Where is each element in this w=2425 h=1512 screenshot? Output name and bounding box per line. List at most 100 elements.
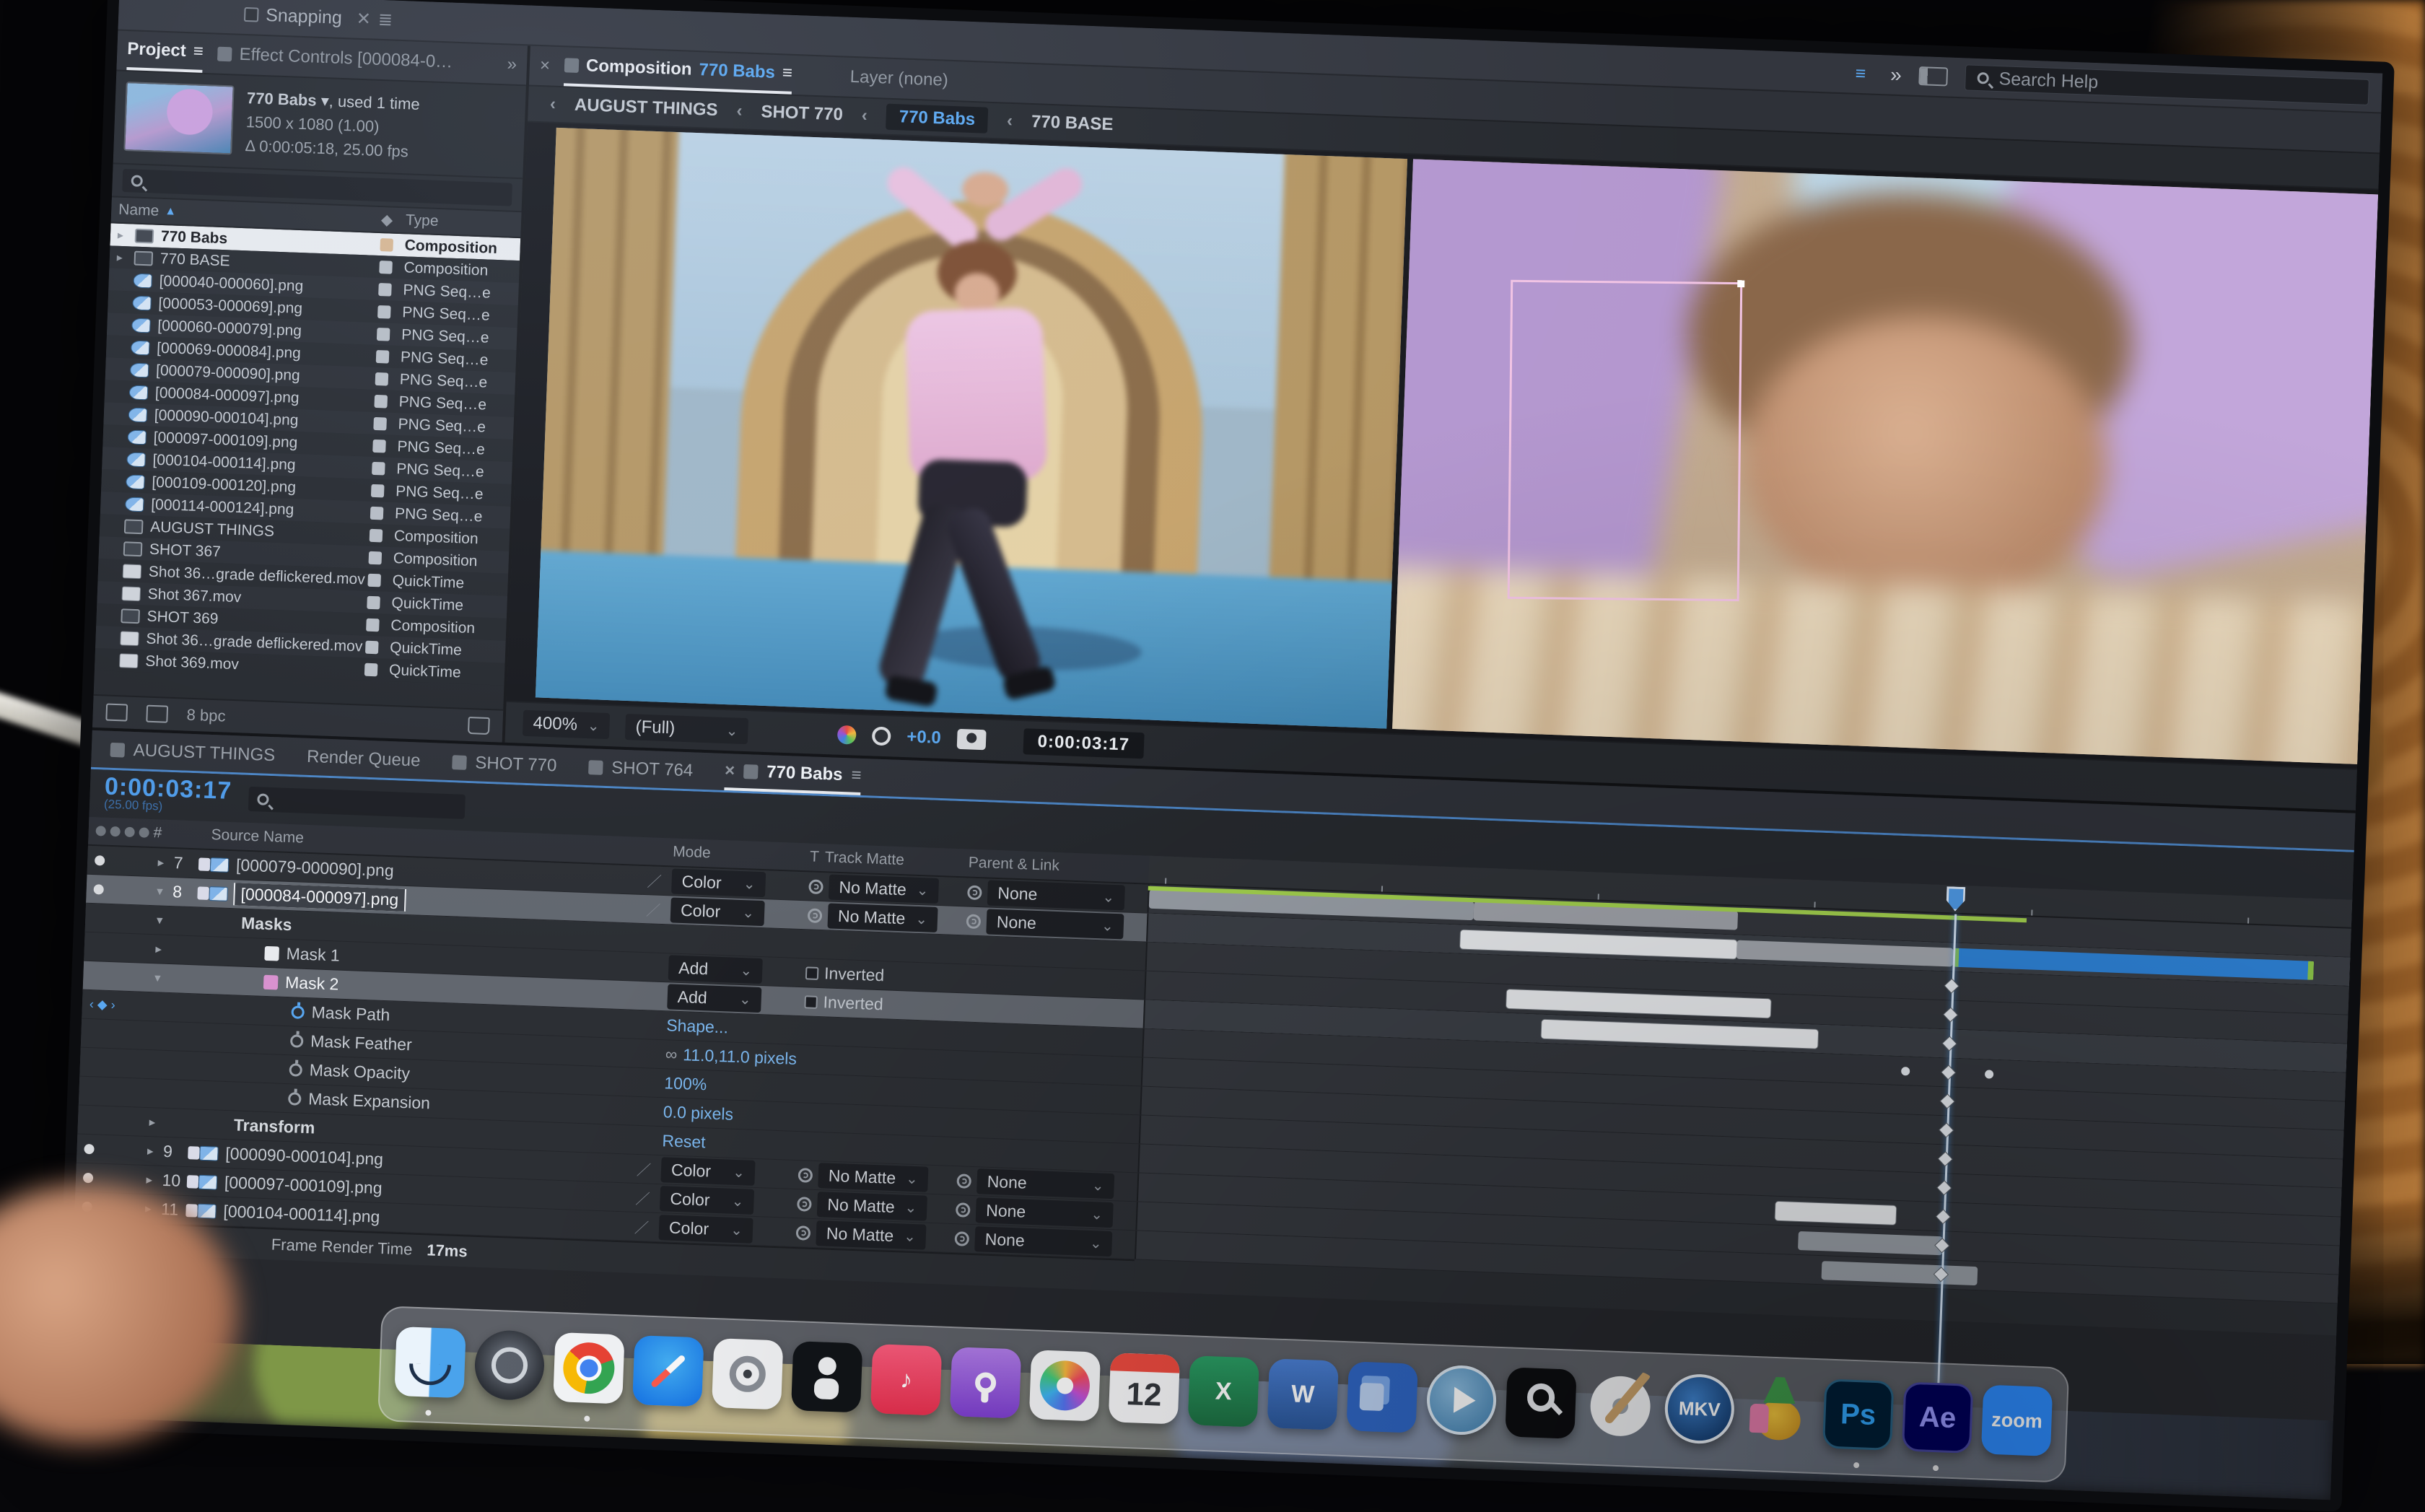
snapping-control[interactable]: Snapping ✕ ≣ — [244, 4, 393, 30]
timeline-search-input[interactable] — [248, 787, 466, 819]
track-matte-dropdown[interactable]: No Matte ⌄ — [818, 1163, 928, 1192]
twirl-icon[interactable] — [147, 1006, 166, 1007]
column-parent-link[interactable]: Parent & Link — [968, 855, 1149, 878]
layer-color-chip[interactable] — [185, 1204, 198, 1218]
dock-icon[interactable] — [950, 1347, 1021, 1418]
inverted-checkbox[interactable] — [804, 995, 818, 1009]
column-name[interactable]: Name — [118, 201, 160, 220]
dock-item[interactable]: Ae — [1901, 1381, 1973, 1463]
label-color-chip[interactable] — [372, 439, 398, 453]
dock-icon[interactable] — [1029, 1350, 1101, 1421]
twirl-icon[interactable] — [110, 458, 127, 459]
mode-dropdown[interactable]: Add ⌄ — [667, 984, 761, 1013]
dock-icon[interactable] — [394, 1327, 466, 1398]
layer-duration-bar[interactable] — [1541, 1020, 1818, 1049]
twirl-icon[interactable]: ▾ — [150, 913, 170, 928]
pickwhip-icon[interactable] — [808, 908, 823, 923]
panel-overflow-icon[interactable]: » — [507, 54, 517, 74]
snapping-checkbox[interactable] — [244, 7, 259, 22]
mask-outline[interactable] — [1508, 280, 1743, 602]
label-color-chip[interactable] — [367, 595, 392, 609]
pickwhip-icon[interactable] — [956, 1202, 971, 1218]
comp-view-zoomed[interactable] — [1392, 159, 2378, 764]
label-color-chip[interactable] — [371, 484, 396, 497]
footage-name[interactable]: 770 Babs ▾ — [247, 89, 330, 110]
dock-icon[interactable]: Ae — [1902, 1381, 1973, 1453]
viewer-current-time[interactable]: 0:00:03:17 — [1023, 728, 1145, 759]
inverted-checkbox[interactable] — [805, 966, 819, 980]
snap-menu-icon[interactable]: ≣ — [377, 9, 393, 30]
panel-menu-icon[interactable]: ≡ — [851, 765, 862, 785]
snapshot-camera-icon[interactable] — [956, 729, 986, 750]
tab-layer[interactable]: Layer (none) — [849, 67, 948, 91]
dock-icon[interactable]: Ps — [1822, 1378, 1894, 1450]
twirl-icon[interactable] — [113, 346, 131, 347]
dock-item[interactable] — [711, 1338, 783, 1420]
keyframe-dot[interactable] — [1985, 1070, 1993, 1078]
layer-color-chip[interactable] — [197, 886, 209, 900]
column-mode[interactable]: Mode — [673, 843, 810, 865]
video-column-icon[interactable] — [95, 826, 106, 836]
dock-icon[interactable]: X — [1188, 1355, 1259, 1427]
pickwhip-icon[interactable] — [967, 885, 982, 900]
eye-icon[interactable] — [83, 1172, 94, 1183]
parent-dropdown[interactable]: None ⌄ — [976, 1197, 1114, 1228]
pickwhip-icon[interactable] — [954, 1231, 969, 1246]
label-color-chip[interactable] — [366, 618, 391, 632]
audio-column-icon[interactable] — [110, 826, 121, 837]
eye-icon[interactable] — [84, 1143, 95, 1154]
exposure-icon[interactable] — [872, 726, 891, 746]
pickwhip-icon[interactable] — [797, 1197, 812, 1212]
dock-icon[interactable] — [1346, 1361, 1417, 1433]
twirl-icon[interactable] — [107, 525, 124, 526]
mode-dropdown[interactable]: Color ⌄ — [660, 1186, 754, 1215]
parent-dropdown[interactable]: None ⌄ — [987, 880, 1125, 911]
label-color-chip[interactable] — [377, 305, 403, 318]
twirl-icon[interactable]: ▸ — [118, 227, 136, 242]
label-color-chip[interactable] — [380, 238, 405, 252]
column-number[interactable]: # — [153, 824, 211, 844]
solo-column-icon[interactable] — [124, 827, 135, 838]
dock-item[interactable] — [790, 1341, 862, 1423]
trash-icon[interactable] — [468, 717, 490, 735]
tab-project[interactable]: Project ≡ — [126, 31, 204, 73]
dock-icon[interactable] — [553, 1332, 624, 1404]
twirl-icon[interactable] — [104, 615, 121, 616]
dock-item[interactable]: MKV — [1664, 1373, 1736, 1454]
timeline-tab[interactable]: × SHOT 770 ≡ — [452, 752, 557, 776]
pickwhip-icon[interactable] — [956, 1174, 971, 1189]
label-color-chip[interactable] — [379, 261, 404, 274]
layer-switches[interactable]: ／ — [646, 899, 671, 920]
dock-item[interactable] — [1584, 1370, 1656, 1451]
resolution-dropdown[interactable]: (Full) ⌄ — [625, 714, 748, 744]
dock-icon[interactable] — [473, 1329, 545, 1401]
property-value[interactable]: ∞ Shape... — [666, 1015, 729, 1037]
twirl-icon[interactable]: ▸ — [149, 941, 168, 956]
label-color-chip[interactable] — [369, 551, 394, 564]
tab-effect-controls[interactable]: Effect Controls [000084-000097] — [217, 44, 456, 73]
column-track-matte[interactable]: Track Matte — [824, 849, 904, 869]
dock-icon[interactable] — [791, 1341, 862, 1412]
dock-icon[interactable]: ♪ — [870, 1344, 942, 1415]
layer-switches[interactable]: ／ — [634, 1216, 660, 1238]
dock-item[interactable] — [1028, 1350, 1101, 1431]
track-matte-dropdown[interactable]: No Matte ⌄ — [829, 874, 939, 904]
twirl-icon[interactable] — [105, 570, 123, 571]
label-color-chip[interactable] — [374, 394, 399, 408]
parent-dropdown[interactable]: None ⌄ — [974, 1226, 1112, 1257]
pickwhip-icon[interactable] — [966, 914, 982, 929]
workspace-menu-icon[interactable]: ≡ — [1855, 63, 1866, 84]
twirl-icon[interactable] — [145, 1064, 164, 1065]
dock-item[interactable] — [1505, 1367, 1577, 1448]
dock-item[interactable]: Ps — [1822, 1378, 1894, 1460]
help-search-box[interactable]: Search Help — [1965, 64, 2369, 105]
parent-dropdown[interactable]: None ⌄ — [986, 909, 1124, 939]
track-matte-dropdown[interactable]: No Matte ⌄ — [817, 1192, 927, 1221]
link-icon[interactable]: ∞ — [665, 1044, 677, 1065]
twirl-icon[interactable] — [146, 1035, 165, 1036]
dock-item[interactable]: 12 — [1108, 1353, 1180, 1434]
breadcrumb-item[interactable]: ‹ 770 Babs — [861, 102, 989, 133]
new-folder-icon[interactable] — [105, 704, 128, 722]
dock-item[interactable] — [473, 1329, 546, 1411]
dock-icon[interactable] — [1743, 1376, 1814, 1447]
